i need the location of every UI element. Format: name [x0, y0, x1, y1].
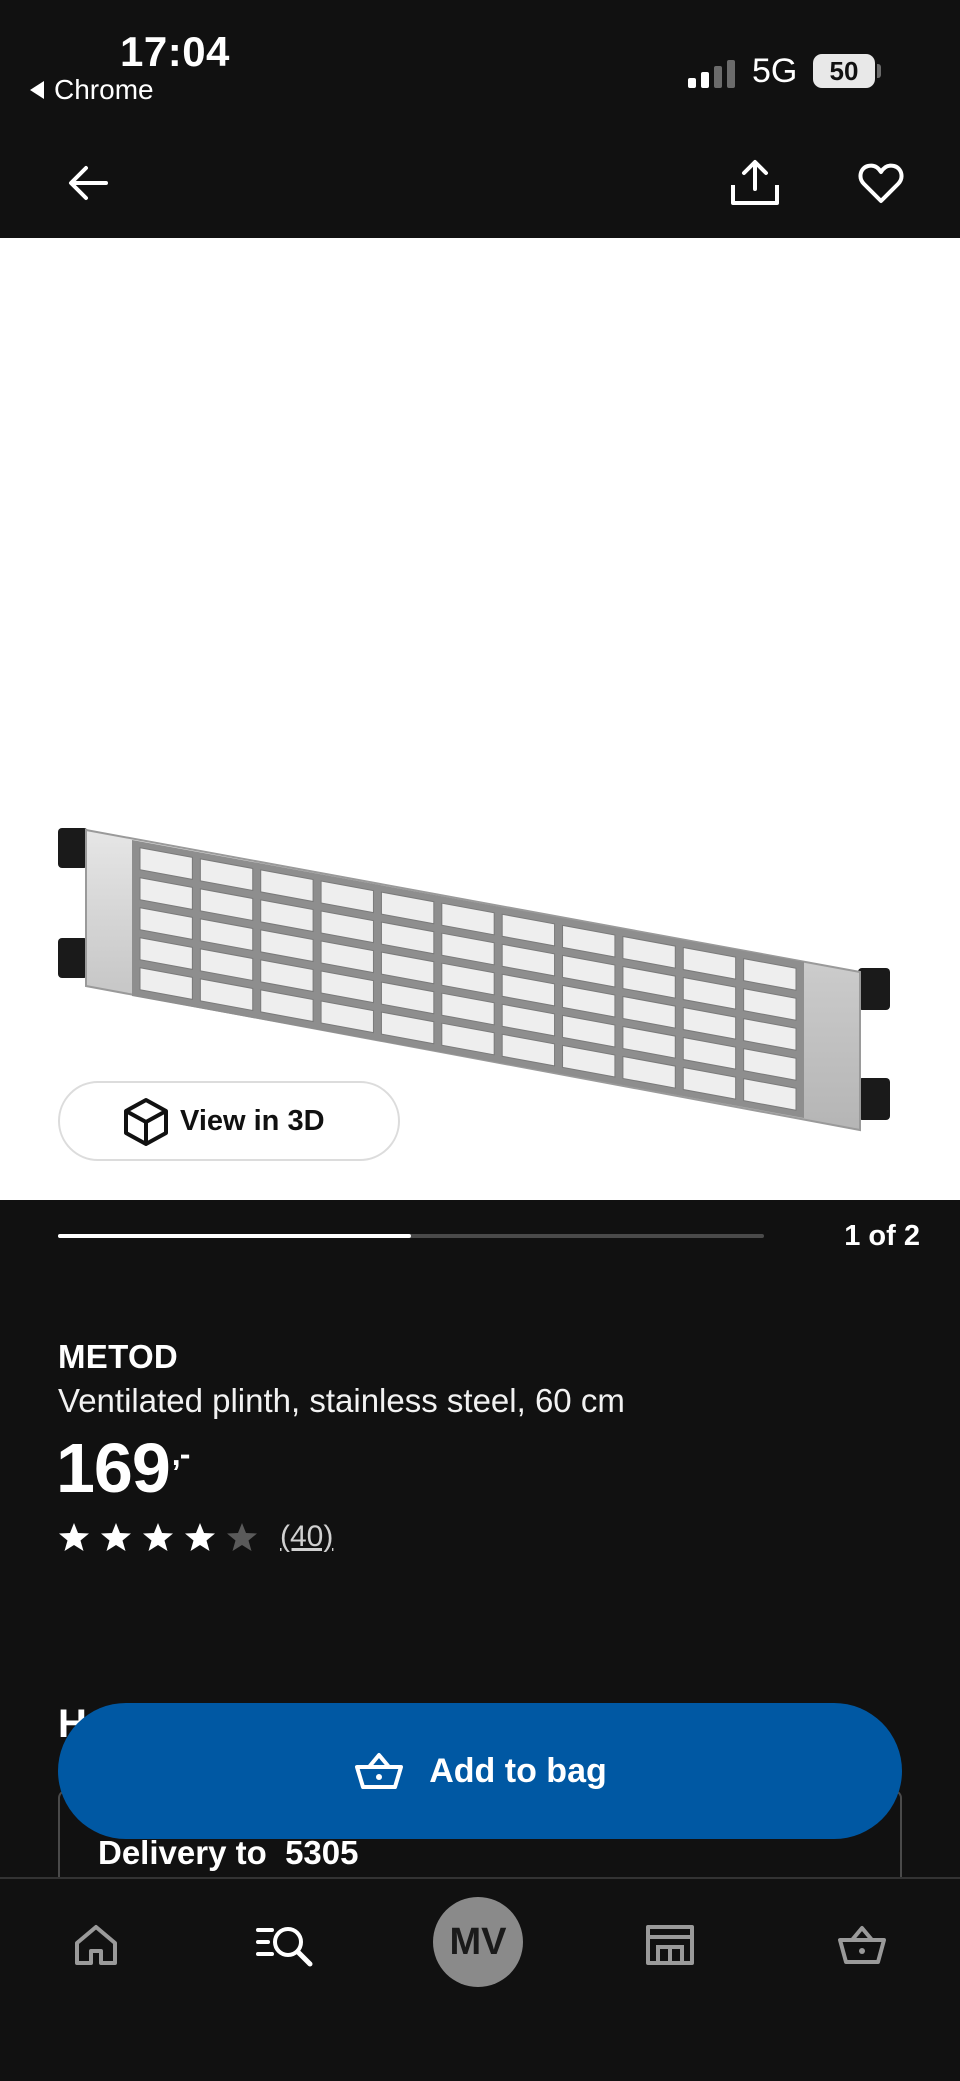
- heart-icon: [858, 163, 904, 203]
- tab-search[interactable]: [246, 1905, 326, 1985]
- add-to-bag-label: Add to bag: [429, 1751, 607, 1790]
- network-label: 5G: [752, 52, 798, 90]
- star-filled-icon: [101, 1523, 131, 1551]
- battery-tip: [877, 64, 881, 78]
- price-suffix: ,-: [171, 1436, 191, 1472]
- product-image: [58, 828, 890, 1132]
- bottom-nav: MV: [0, 1877, 960, 2081]
- price-value: 169: [56, 1429, 171, 1507]
- star-filled-icon: [185, 1523, 215, 1551]
- tab-store[interactable]: [630, 1905, 710, 1985]
- status-bar: 17:04 Chrome 5G 50: [0, 0, 960, 140]
- gallery-progress-fill: [58, 1234, 411, 1238]
- arrow-left-icon: [69, 166, 108, 200]
- back-to-app[interactable]: Chrome: [30, 74, 154, 106]
- back-triangle-icon: [30, 81, 44, 99]
- star-empty-icon: [227, 1523, 257, 1551]
- tab-profile-avatar[interactable]: MV: [433, 1897, 523, 1987]
- tab-cart[interactable]: [822, 1905, 902, 1985]
- add-to-bag-button[interactable]: Add to bag: [58, 1703, 902, 1839]
- view-in-3d-label: View in 3D: [180, 1104, 325, 1137]
- share-icon: [731, 160, 779, 205]
- star-filled-icon: [59, 1523, 89, 1551]
- product-gallery[interactable]: View in 3D: [0, 238, 960, 1200]
- store-icon: [646, 1925, 694, 1965]
- tab-home[interactable]: [56, 1905, 136, 1985]
- cube-icon: [124, 1098, 168, 1146]
- view-in-3d-button[interactable]: View in 3D: [58, 1081, 400, 1161]
- home-icon: [75, 1925, 117, 1965]
- product-price: 169,-: [56, 1428, 191, 1508]
- review-count-link[interactable]: (40): [280, 1520, 333, 1554]
- star-filled-icon: [143, 1523, 173, 1551]
- battery-icon: 50: [813, 54, 875, 88]
- status-time: 17:04: [120, 28, 230, 75]
- search-icon: [256, 1927, 313, 1967]
- product-brand: METOD: [58, 1338, 179, 1375]
- back-app-label: Chrome: [54, 74, 154, 105]
- top-nav: [0, 140, 960, 238]
- delivery-label: Delivery to 5305: [98, 1834, 359, 1871]
- share-button[interactable]: [720, 148, 790, 218]
- product-description: Ventilated plinth, stainless steel, 60 c…: [58, 1382, 625, 1419]
- gallery-pager: 1 of 2: [844, 1220, 920, 1252]
- gallery-progress-bar: [58, 1234, 764, 1238]
- cart-icon: [838, 1926, 886, 1964]
- signal-icon: [688, 58, 735, 88]
- back-button[interactable]: [53, 148, 123, 218]
- product-rating[interactable]: (40): [58, 1520, 333, 1554]
- favorite-button[interactable]: [846, 148, 916, 218]
- basket-icon: [355, 1753, 404, 1789]
